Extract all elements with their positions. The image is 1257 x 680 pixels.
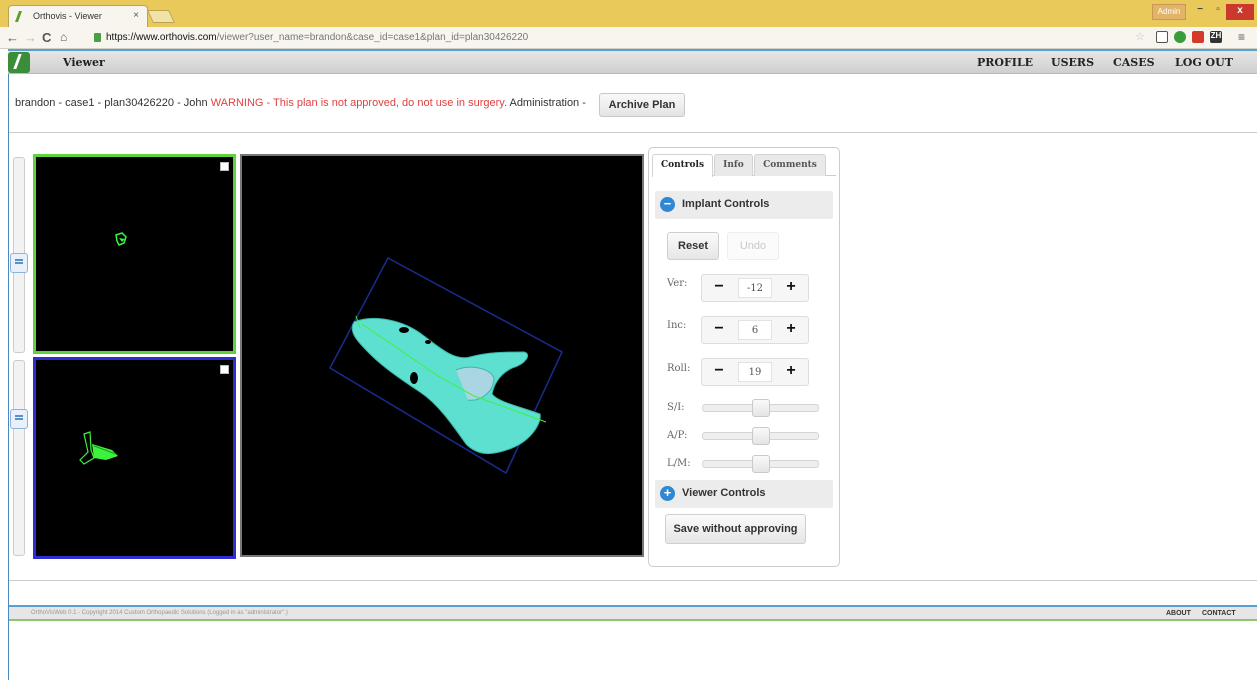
plan-identifier: brandon - case1 - plan30426220 - John bbox=[15, 97, 211, 109]
page-footer: OrthoVisWeb 0.1 - Copyright 2014 Custom … bbox=[9, 605, 1257, 621]
tab-info[interactable]: Info bbox=[714, 154, 753, 176]
inc-value[interactable]: 6 bbox=[738, 320, 772, 340]
nav-users[interactable]: USERS bbox=[1051, 56, 1094, 69]
profile-badge[interactable]: Admin bbox=[1152, 4, 1186, 20]
panel-tabs: Controls Info Comments bbox=[652, 154, 836, 177]
divider bbox=[9, 580, 1257, 581]
si-label: S/I: bbox=[667, 402, 685, 413]
pelvis-3d-render bbox=[329, 256, 563, 475]
roll-stepper: − 19 + bbox=[701, 358, 809, 386]
forward-arrow-icon[interactable]: → bbox=[24, 30, 37, 45]
lm-label: L/M: bbox=[667, 458, 691, 469]
si-slider[interactable] bbox=[702, 399, 819, 417]
ver-increment-button[interactable]: + bbox=[774, 275, 808, 301]
minimize-window-icon[interactable]: − bbox=[1192, 4, 1208, 20]
nav-cases[interactable]: CASES bbox=[1113, 56, 1155, 69]
reset-button[interactable]: Reset bbox=[667, 232, 719, 260]
coronal-slice-handle[interactable] bbox=[10, 409, 28, 429]
home-icon[interactable]: ⌂ bbox=[60, 30, 67, 44]
maximize-window-icon[interactable]: ▫ bbox=[1210, 4, 1226, 20]
roll-decrement-button[interactable]: − bbox=[702, 359, 736, 385]
roll-value[interactable]: 19 bbox=[738, 362, 772, 382]
url-field[interactable]: https://www.orthovis.com/viewer?user_nam… bbox=[92, 30, 1122, 46]
viewer-controls-label: Viewer Controls bbox=[682, 487, 766, 499]
cast-icon[interactable] bbox=[1156, 31, 1168, 43]
save-without-approving-button[interactable]: Save without approving bbox=[665, 514, 806, 544]
page-left-border bbox=[8, 74, 9, 680]
lm-slider-handle[interactable] bbox=[751, 455, 770, 473]
coronal-slice-slider[interactable] bbox=[13, 360, 25, 556]
plan-role: Administration - bbox=[507, 97, 586, 109]
browser-tab-bar: Orthovis - Viewer × Admin − ▫ x bbox=[0, 0, 1257, 27]
url-host: https://www.orthovis.com bbox=[106, 32, 217, 43]
inc-increment-button[interactable]: + bbox=[774, 317, 808, 343]
ap-slider[interactable] bbox=[702, 427, 819, 445]
copyright-text: OrthoVisWeb 0.1 - Copyright 2014 Custom … bbox=[31, 610, 288, 616]
browser-tab-title: Orthovis - Viewer bbox=[33, 11, 102, 21]
menu-icon[interactable]: ≡ bbox=[1238, 30, 1245, 44]
divider bbox=[9, 132, 1257, 133]
ap-slider-handle[interactable] bbox=[751, 427, 770, 445]
footer-about-link[interactable]: ABOUT bbox=[1166, 610, 1191, 617]
browser-tab[interactable]: Orthovis - Viewer × bbox=[8, 5, 148, 27]
sagittal-viewport[interactable] bbox=[33, 154, 236, 354]
inc-decrement-button[interactable]: − bbox=[702, 317, 736, 343]
close-window-icon[interactable]: x bbox=[1226, 4, 1254, 20]
bookmark-star-icon[interactable]: ☆ bbox=[1135, 30, 1145, 43]
ver-stepper: − -12 + bbox=[701, 274, 809, 302]
tab-controls[interactable]: Controls bbox=[652, 154, 713, 177]
orthovis-logo[interactable] bbox=[8, 52, 30, 73]
red-extension-icon[interactable] bbox=[1192, 31, 1204, 43]
lm-slider[interactable] bbox=[702, 455, 819, 473]
ap-label: A/P: bbox=[667, 430, 688, 441]
3d-viewport[interactable] bbox=[240, 154, 644, 557]
ver-value[interactable]: -12 bbox=[738, 278, 772, 298]
expand-plus-icon: + bbox=[660, 486, 675, 501]
roll-increment-button[interactable]: + bbox=[774, 359, 808, 385]
implant-controls-header[interactable]: − Implant Controls bbox=[655, 191, 833, 219]
collapse-minus-icon: − bbox=[660, 197, 675, 212]
app-header: Viewer PROFILE USERS CASES LOG OUT bbox=[8, 49, 1257, 74]
tab-comments[interactable]: Comments bbox=[754, 154, 826, 176]
page-title: Viewer bbox=[63, 56, 105, 69]
nav-logout[interactable]: LOG OUT bbox=[1175, 56, 1233, 69]
ver-label: Ver: bbox=[667, 278, 688, 289]
si-slider-handle[interactable] bbox=[751, 399, 770, 417]
green-extension-icon[interactable] bbox=[1174, 31, 1186, 43]
browser-address-bar: ← → C ⌂ https://www.orthovis.com/viewer?… bbox=[0, 27, 1257, 49]
archive-plan-button[interactable]: Archive Plan bbox=[599, 93, 685, 117]
sagittal-implant-render bbox=[115, 232, 127, 246]
url-path: /viewer?user_name=brandon&case_id=case1&… bbox=[216, 32, 529, 43]
viewer-controls-header[interactable]: + Viewer Controls bbox=[655, 480, 833, 508]
new-tab-button[interactable] bbox=[146, 10, 176, 23]
inc-stepper: − 6 + bbox=[701, 316, 809, 344]
plan-info-line: brandon - case1 - plan30426220 - John WA… bbox=[15, 97, 586, 109]
ssl-lock-icon bbox=[94, 33, 101, 42]
inc-label: Inc: bbox=[667, 320, 687, 331]
control-panel: Controls Info Comments − Implant Control… bbox=[648, 147, 840, 567]
roll-label: Roll: bbox=[667, 363, 691, 374]
ver-decrement-button[interactable]: − bbox=[702, 275, 736, 301]
implant-controls-label: Implant Controls bbox=[682, 198, 770, 210]
approval-warning: WARNING - This plan is not approved, do … bbox=[210, 97, 508, 109]
nav-profile[interactable]: PROFILE bbox=[977, 56, 1033, 69]
undo-button[interactable]: Undo bbox=[727, 232, 779, 260]
tab-close-icon[interactable]: × bbox=[133, 10, 139, 21]
back-arrow-icon[interactable]: ← bbox=[6, 30, 19, 45]
coronal-implant-render bbox=[79, 431, 118, 465]
zh-extension-icon[interactable]: ZH bbox=[1210, 31, 1222, 43]
coronal-viewport[interactable] bbox=[33, 357, 236, 559]
sagittal-slice-handle[interactable] bbox=[10, 253, 28, 273]
reload-icon[interactable]: C bbox=[42, 30, 51, 45]
footer-contact-link[interactable]: CONTACT bbox=[1202, 610, 1236, 617]
orthovis-favicon-icon bbox=[14, 11, 30, 22]
